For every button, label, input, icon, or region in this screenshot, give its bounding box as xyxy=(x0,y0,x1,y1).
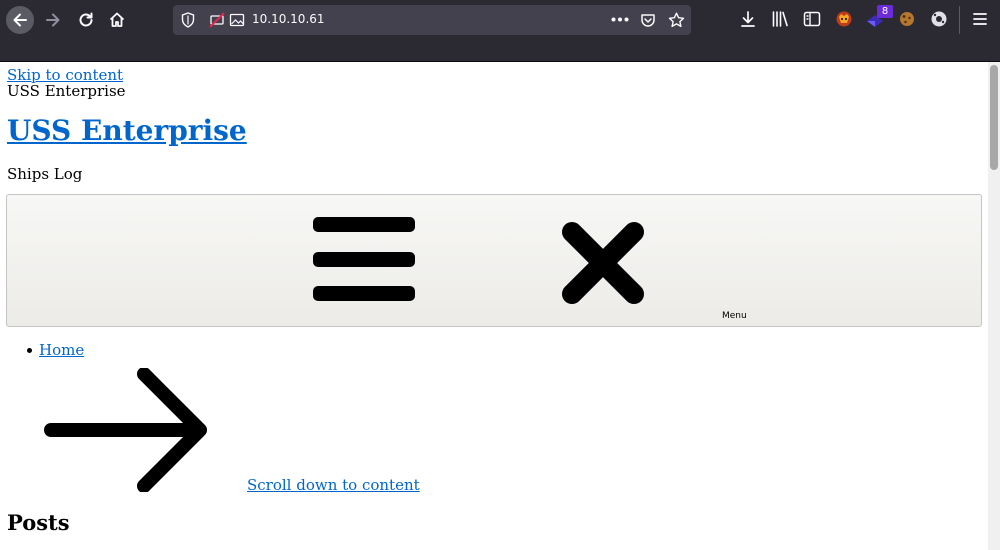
browser-toolbar: 10.10.10.61 8 xyxy=(0,0,1000,62)
extension-gear-icon[interactable] xyxy=(930,10,948,28)
site-name: USS Enterprise xyxy=(7,82,126,100)
reload-button[interactable] xyxy=(72,6,100,34)
home-button[interactable] xyxy=(103,6,131,34)
blocked-media-icon[interactable] xyxy=(209,12,225,28)
close-icon xyxy=(562,222,644,304)
extension-fox-icon[interactable] xyxy=(835,10,853,28)
nav-link-home[interactable]: Home xyxy=(39,341,84,359)
primary-nav: Home xyxy=(0,341,84,359)
sidebar-icon[interactable] xyxy=(803,10,821,28)
menu-label: Menu xyxy=(722,311,747,321)
site-tagline: Ships Log xyxy=(7,165,83,183)
download-icon[interactable] xyxy=(739,10,757,28)
extension-badge-count: 8 xyxy=(877,5,893,18)
toolbar-divider xyxy=(959,6,960,34)
url-text[interactable]: 10.10.10.61 xyxy=(252,12,325,26)
list-bullet xyxy=(27,348,32,353)
back-button[interactable] xyxy=(6,6,34,34)
menu-icon[interactable] xyxy=(972,10,988,28)
scroll-down-link[interactable]: Scroll down to content xyxy=(247,476,420,494)
arrow-right-icon xyxy=(44,368,207,492)
posts-heading: Posts xyxy=(7,510,70,535)
scrollbar-thumb[interactable] xyxy=(990,65,998,170)
cookie-icon[interactable] xyxy=(898,10,916,28)
shield-icon[interactable] xyxy=(181,12,195,28)
home-icon xyxy=(109,12,125,27)
page-content: Skip to content USS Enterprise USS Enter… xyxy=(0,62,988,550)
image-icon[interactable] xyxy=(229,12,245,28)
library-icon[interactable] xyxy=(771,10,789,28)
hamburger-icon xyxy=(313,217,415,301)
pocket-icon[interactable] xyxy=(640,12,656,28)
forward-icon xyxy=(46,13,60,27)
more-icon[interactable] xyxy=(611,17,629,22)
site-title-link[interactable]: USS Enterprise xyxy=(7,114,247,147)
star-icon[interactable] xyxy=(668,12,685,28)
forward-button[interactable] xyxy=(39,6,67,34)
menu-toggle-button[interactable]: Menu xyxy=(6,194,982,327)
page-scrollbar[interactable] xyxy=(988,62,1000,550)
reload-icon xyxy=(79,12,93,27)
url-bar[interactable]: 10.10.10.61 xyxy=(173,5,691,35)
back-icon xyxy=(13,13,27,27)
nav-item-home: Home xyxy=(0,341,84,359)
